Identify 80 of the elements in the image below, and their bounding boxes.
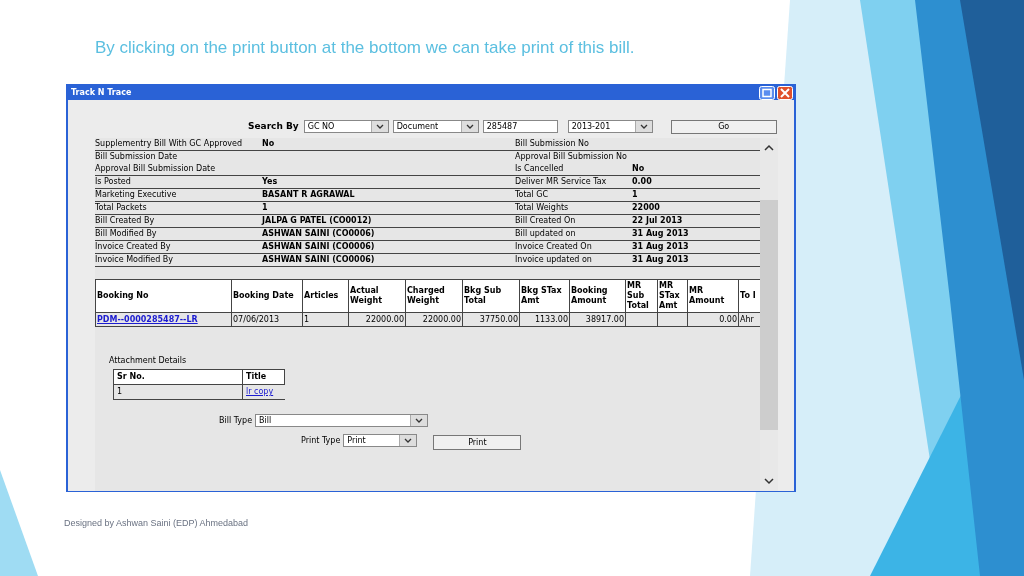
slide-heading: By clicking on the print button at the bottom we can take print of this bill. — [95, 37, 635, 59]
column-header: Actual Weight — [350, 286, 382, 305]
column-header: Articles — [304, 291, 339, 300]
detail-value: 31 Aug 2013 — [632, 255, 689, 264]
slide-footer: Designed by Ashwan Saini (EDP) Ahmedabad — [64, 517, 249, 531]
bill-type-label: Bill Type — [219, 414, 253, 427]
print-type-label: Print Type — [301, 434, 341, 447]
column-header: Booking No — [97, 291, 149, 300]
detail-value: 1 — [632, 190, 638, 199]
booking-link[interactable]: PDM--0000285487--LR — [97, 314, 198, 324]
document-type-dropdown[interactable]: Document — [392, 120, 479, 133]
table-cell: Ahr — [740, 314, 754, 324]
detail-value: 22 Jul 2013 — [632, 216, 683, 225]
column-header: Bkg STax Amt — [521, 286, 562, 305]
scrollbar-thumb[interactable] — [760, 199, 778, 430]
detail-value: 22000 — [632, 203, 660, 212]
year-dropdown[interactable]: 2013-201 — [567, 120, 653, 133]
table-cell: 1 — [117, 387, 123, 396]
detail-label: Total GC — [515, 190, 548, 199]
section-title: Attachment Details — [109, 355, 188, 367]
detail-value: ASHWAN SAINI (CO0006) — [262, 229, 375, 238]
detail-label: Is Cancelled — [515, 164, 564, 173]
detail-label: Total Weights — [515, 203, 569, 212]
detail-label: Invoice Modified By — [95, 255, 174, 264]
detail-value: 1 — [262, 203, 268, 212]
detail-label: Bill Created On — [515, 216, 576, 225]
table-cell: 22000.00 — [422, 314, 461, 324]
detail-label: Bill Submission Date — [95, 152, 178, 161]
detail-value: 31 Aug 2013 — [632, 242, 689, 251]
table-cell: 0.00 — [719, 314, 737, 324]
column-header: Title — [246, 372, 267, 381]
go-button[interactable]: Go — [670, 119, 777, 134]
column-header: Bkg Sub Total — [464, 286, 502, 305]
print-type-dropdown[interactable]: Print — [343, 434, 418, 447]
detail-label: Approval Bill Submission No — [515, 152, 627, 161]
detail-value: ASHWAN SAINI (CO0006) — [262, 242, 375, 251]
detail-label: Bill Created By — [95, 216, 155, 225]
detail-value: No — [262, 139, 275, 148]
detail-value: No — [632, 164, 645, 173]
detail-label: Deliver MR Service Tax — [515, 177, 607, 186]
column-header: MR Sub Total — [627, 281, 649, 310]
detail-label: Marketing Executive — [95, 190, 177, 199]
print-button[interactable]: Print — [433, 435, 522, 450]
bill-type-dropdown[interactable]: Bill — [255, 414, 429, 427]
attachment-link[interactable]: lr copy — [246, 387, 274, 396]
number-field[interactable]: 285487 — [482, 120, 558, 133]
table-cell: 22000.00 — [365, 314, 404, 324]
detail-label: Supplementry Bill With GC Approved — [95, 139, 243, 148]
detail-label: Bill updated on — [515, 229, 576, 238]
detail-value: Yes — [262, 177, 278, 186]
detail-label: Approval Bill Submission Date — [95, 164, 216, 173]
detail-label: Bill Submission No — [515, 139, 589, 148]
detail-value: 31 Aug 2013 — [632, 229, 689, 238]
maximize-icon[interactable] — [759, 86, 775, 100]
table-cell: 37750.00 — [479, 314, 518, 324]
column-header: Booking Date — [233, 291, 294, 300]
detail-label: Bill Modified By — [95, 229, 157, 238]
detail-label: Is Posted — [95, 177, 131, 186]
close-icon[interactable] — [777, 86, 793, 100]
table-cell: 38917.00 — [585, 314, 624, 324]
column-header: MR STax Amt — [659, 281, 680, 310]
search-by-label: Search By — [248, 119, 299, 133]
detail-value: BASANT R AGRAWAL — [262, 190, 355, 199]
window-title: Track N Trace — [71, 87, 132, 99]
detail-value: ASHWAN SAINI (CO0006) — [262, 255, 375, 264]
column-header: Charged Weight — [407, 286, 445, 305]
detail-label: Invoice Created On — [515, 242, 592, 251]
column-header: MR Amount — [689, 286, 725, 305]
detail-label: Total Packets — [95, 203, 147, 212]
column-header: Booking Amount — [571, 286, 608, 305]
column-header: To I — [740, 291, 756, 300]
detail-value: 0.00 — [632, 177, 652, 186]
column-header: Sr No. — [117, 372, 145, 381]
detail-value: JALPA G PATEL (CO0012) — [262, 216, 372, 225]
detail-label: Invoice updated on — [515, 255, 592, 264]
detail-label: Invoice Created By — [95, 242, 171, 251]
table-cell: 07/06/2013 — [233, 314, 280, 324]
search-type-dropdown[interactable]: GC NO — [303, 120, 389, 133]
table-cell: 1 — [304, 314, 310, 324]
table-cell: 1133.00 — [534, 314, 568, 324]
